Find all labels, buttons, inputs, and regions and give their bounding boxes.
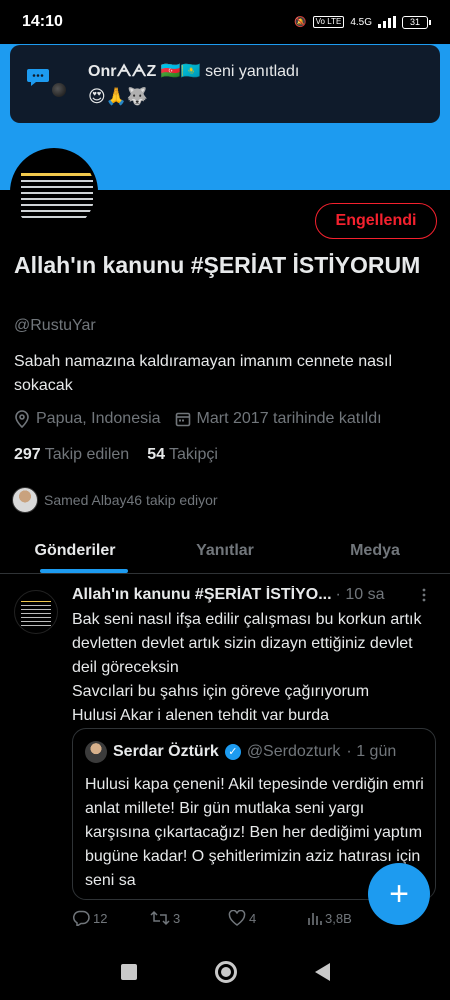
followers-link[interactable]: 54 Takipçi	[147, 446, 218, 464]
notification-flags: 🇦🇿🇰🇿	[160, 63, 201, 80]
mute-icon: 🔕	[294, 16, 307, 28]
location-pin-icon	[15, 410, 29, 428]
status-icons: 🔕 Vo LTE 4.5G 31	[294, 15, 431, 29]
profile-handle: @RustuYar	[14, 317, 96, 334]
status-bar: 14:10 🔕 Vo LTE 4.5G 31	[0, 0, 450, 44]
following-link[interactable]: 297 Takip edilen	[14, 446, 129, 464]
followed-by-text: Samed Albay46 takip ediyor	[44, 492, 218, 508]
tweet-author[interactable]: Allah'ın kanunu #ŞERİAT İSTİYO...	[72, 586, 332, 604]
notification-sender: OnrᗅᗅZ	[88, 63, 157, 80]
profile-tabs: Gönderiler Yanıtlar Medya	[0, 528, 450, 574]
blocked-button[interactable]: Engellendi	[315, 203, 437, 239]
verified-icon: ✓	[224, 744, 241, 760]
tab-posts[interactable]: Gönderiler	[0, 528, 150, 573]
notification-action: seni yanıtladı	[205, 63, 300, 80]
back-icon[interactable]	[314, 963, 330, 981]
tweet-avatar[interactable]	[14, 590, 58, 634]
follower-avatar	[12, 487, 38, 513]
quote-handle: @Serdozturk	[246, 743, 341, 760]
views-button[interactable]: 3,8B	[306, 910, 384, 926]
more-options-icon[interactable]	[416, 587, 432, 603]
profile-name: Allah'ın kanunu #ŞERİAT İSTİYORUM	[14, 252, 421, 278]
quote-author: Serdar Öztürk	[113, 743, 219, 760]
quote-time: · 1 gün	[346, 743, 397, 760]
quote-avatar	[85, 741, 107, 763]
retweet-icon	[150, 910, 170, 926]
home-icon[interactable]	[214, 961, 237, 983]
profile-meta: Papua, Indonesia Mart 2017 tarihinde kat…	[14, 410, 382, 428]
status-time: 14:10	[22, 13, 63, 30]
notification-emojis: 😍🙏🐺	[88, 87, 149, 106]
views-icon	[308, 913, 322, 925]
heart-icon	[228, 910, 246, 926]
profile-bio: Sabah namazına kaldıramayan imanım cenne…	[14, 353, 392, 394]
followed-by[interactable]: Samed Albay46 takip ediyor	[12, 487, 218, 513]
tweet-header: Allah'ın kanunu #ŞERİAT İSTİYO... · 10 s…	[72, 586, 432, 604]
follow-stats: 297 Takip edilen 54 Takipçi	[14, 446, 218, 464]
compose-button[interactable]: +	[368, 863, 430, 925]
volte-icon: Vo LTE	[312, 16, 345, 28]
tab-media[interactable]: Medya	[300, 528, 450, 573]
reply-icon	[73, 910, 90, 926]
profile-joined: Mart 2017 tarihinde katıldı	[196, 410, 382, 427]
signal-icon	[378, 16, 396, 28]
reply-notification[interactable]: OnrᗅᗅZ 🇦🇿🇰🇿 seni yanıtladı 😍🙏🐺	[10, 45, 440, 123]
like-button[interactable]: 4	[228, 910, 306, 926]
system-nav-bar	[0, 944, 450, 1000]
tweet-text: Bak seni nasıl ifşa edilir çalışması bu …	[72, 611, 422, 724]
retweet-button[interactable]: 3	[150, 910, 228, 926]
tab-replies[interactable]: Yanıtlar	[150, 528, 300, 573]
tweet-time: · 10 sa	[335, 586, 385, 603]
profile-avatar[interactable]	[10, 148, 98, 236]
profile-location: Papua, Indonesia	[36, 410, 161, 427]
reply-button[interactable]: 12	[72, 910, 150, 926]
chat-bubble-icon	[27, 69, 49, 86]
battery-icon: 31	[402, 15, 431, 29]
calendar-icon	[175, 412, 190, 427]
recent-apps-icon[interactable]	[120, 964, 137, 980]
network-type: 4.5G	[350, 16, 372, 28]
sender-avatar	[52, 83, 66, 97]
